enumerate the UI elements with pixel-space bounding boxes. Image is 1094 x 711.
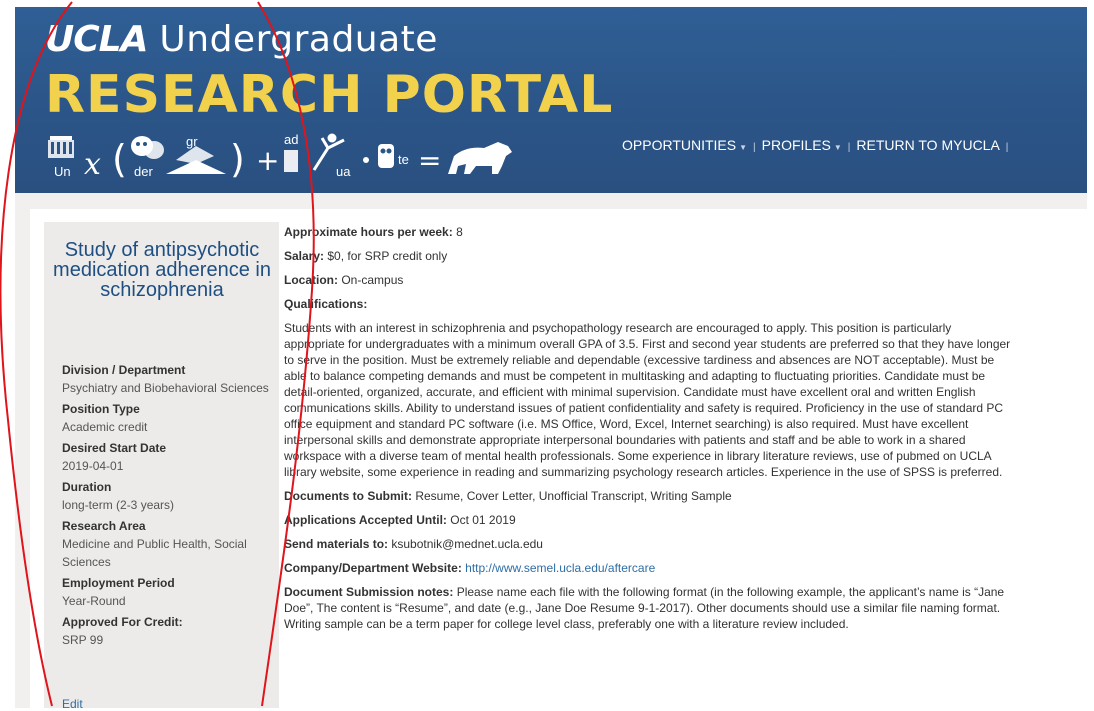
hours-value: 8 [456,225,463,239]
field-label: Division / Department [62,363,186,377]
website-row: Company/Department Website: http://www.s… [284,560,1014,576]
field-value: 2019-04-01 [62,459,124,473]
nav-return-to-myucla[interactable]: RETURN TO MYUCLA [856,137,999,153]
main-nav: OPPORTUNITIES ▼ | PROFILES ▼ | RETURN TO MYUCL… [622,137,1014,156]
rebus-plus: + [256,144,279,177]
field-label: Position Type [62,402,140,416]
location-row: Location: On-campus [284,272,1014,288]
opportunity-description: Approximate hours per week: 8 Salary: $0… [284,224,1014,640]
hours-label: Approximate hours per week: [284,225,453,239]
rebus-un: Un [54,164,71,179]
documents-label: Documents to Submit: [284,489,412,503]
website-label: Company/Department Website: [284,561,462,575]
rebus-x: x [84,147,101,182]
location-label: Location: [284,273,338,287]
owl-icon [378,144,394,168]
deadline-value: Oct 01 2019 [450,513,516,527]
qualifications-label: Qualifications: [284,297,368,311]
field-label: Desired Start Date [62,441,167,455]
nav-opportunities-label: OPPORTUNITIES [622,137,737,153]
field-label: Approved For Credit: [62,615,183,629]
theater-masks-icon [131,136,164,159]
field-value: Academic credit [62,420,148,434]
submission-notes-row: Document Submission notes: Please name e… [284,584,1014,632]
nav-separator: | [1005,142,1009,153]
field-label: Employment Period [62,576,175,590]
caret-down-icon: ▼ [739,143,748,152]
edit-link[interactable]: Edit [62,697,83,711]
field-value: Psychiatry and Biobehavioral Sciences [62,381,269,395]
rebus-dot [363,157,369,163]
send-materials-row: Send materials to: ksubotnik@mednet.ucla… [284,536,1014,552]
rebus-equals: = [418,144,441,177]
rebus-ua: ua [336,164,351,179]
rebus-te: te [398,152,409,167]
field-label: Research Area [62,519,146,533]
send-materials-label: Send materials to: [284,537,389,551]
salary-label: Salary: [284,249,325,263]
rebus-ad: ad [284,132,298,147]
salary-row: Salary: $0, for SRP credit only [284,248,1014,264]
salary-value: $0, for SRP credit only [327,249,448,263]
nav-separator: | [753,142,756,153]
send-materials-email[interactable]: ksubotnik@mednet.ucla.edu [391,537,543,551]
website-link[interactable]: http://www.semel.ucla.edu/aftercare [465,561,655,575]
field-value: SRP 99 [62,633,104,647]
rebus-paren-open: ( [112,137,127,181]
hours-row: Approximate hours per week: 8 [284,224,1014,240]
logo-undergraduate-text: Undergraduate [159,19,438,60]
deadline-row: Applications Accepted Until: Oct 01 2019 [284,512,1014,528]
nav-profiles[interactable]: PROFILES ▼ [762,137,842,153]
deadline-label: Applications Accepted Until: [284,513,447,527]
logo-research-portal[interactable]: RESEARCH PORTAL [45,66,613,124]
building-icon [48,136,74,158]
ad-figure-icon [284,150,298,172]
nav-profiles-label: PROFILES [761,137,831,153]
rebus-der: der [134,164,153,179]
field-value: Year-Round [62,594,126,608]
open-book-icon [166,146,226,174]
rebus-logo-graphic: Un x ( der gr ) + ad ua te = [48,132,512,182]
logo-ucla-text: UCLA [45,19,148,60]
documents-value: Resume, Cover Letter, Unofficial Transcr… [415,489,732,503]
submission-notes-label: Document Submission notes: [284,585,454,599]
nav-opportunities[interactable]: OPPORTUNITIES ▼ [622,137,747,153]
caret-down-icon: ▼ [833,143,842,152]
opportunity-details: Division / Department Psychiatry and Bio… [62,361,272,652]
opportunity-title: Study of antipsychotic medication adhere… [53,239,271,301]
location-value: On-campus [341,273,404,287]
field-value: Medicine and Public Health, Social Scien… [62,537,247,569]
logo-ucla-undergraduate[interactable]: UCLA Undergraduate [45,20,438,60]
field-value: long-term (2-3 years) [62,498,175,512]
bruin-bear-icon [448,142,512,174]
rebus-paren-close: ) [230,137,245,181]
field-label: Duration [62,480,112,494]
nav-separator: | [847,142,851,153]
qualifications-text: Students with an interest in schizophren… [284,321,1011,479]
documents-row: Documents to Submit: Resume, Cover Lette… [284,488,1014,504]
